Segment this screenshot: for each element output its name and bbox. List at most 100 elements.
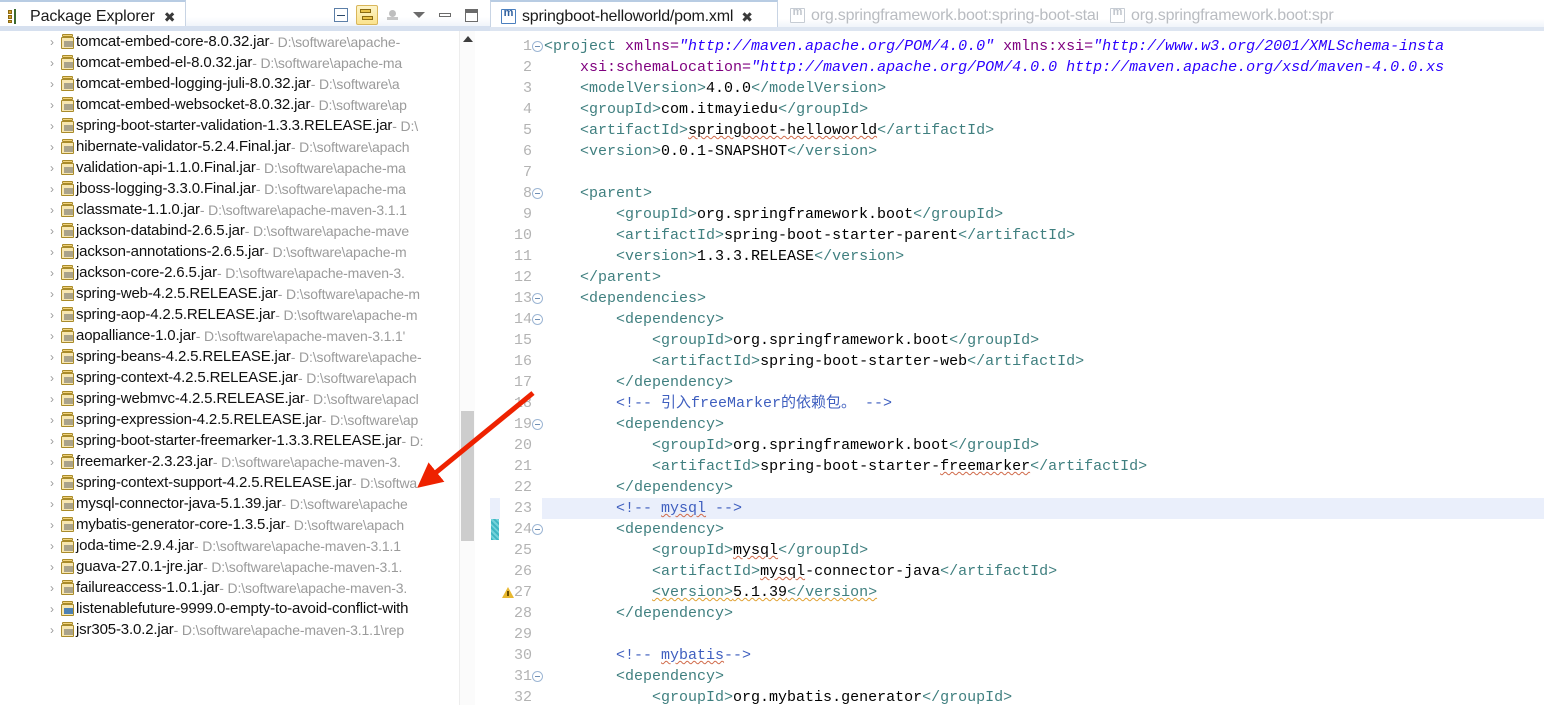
code-line[interactable]: <project xmlns="http://maven.apache.org/… (544, 36, 1444, 57)
expand-arrow-icon[interactable]: › (44, 204, 60, 216)
code-line[interactable]: <artifactId>spring-boot-starter-web</art… (544, 351, 1084, 372)
tab-package-explorer[interactable]: Package Explorer ✖ (0, 0, 187, 31)
tree-item[interactable]: › tomcat-embed-el-8.0.32.jar - D:\softwar… (0, 52, 475, 73)
expand-arrow-icon[interactable]: › (44, 477, 60, 489)
panel-splitter[interactable] (475, 31, 490, 705)
tree-item[interactable]: › spring-context-support-4.2.5.RELEASE.ja… (0, 472, 475, 493)
fold-collapse-icon[interactable] (532, 188, 543, 199)
expand-arrow-icon[interactable]: › (44, 414, 60, 426)
expand-arrow-icon[interactable]: › (44, 120, 60, 132)
tree-item[interactable]: › validation-api-1.1.0.Final.jar - D:\sof… (0, 157, 475, 178)
tree-item[interactable]: › spring-boot-starter-validation-1.3.3.RE… (0, 115, 475, 136)
package-explorer-scrollbar[interactable] (459, 31, 475, 705)
collapse-all-button[interactable] (330, 5, 352, 25)
link-with-editor-button[interactable] (356, 5, 378, 25)
close-icon[interactable]: ✖ (741, 10, 753, 24)
code-line[interactable]: <artifactId>springboot-helloworld</artif… (544, 120, 994, 141)
warning-icon[interactable] (502, 586, 516, 600)
expand-arrow-icon[interactable]: › (44, 330, 60, 342)
tree-item[interactable]: › hibernate-validator-5.2.4.Final.jar - D… (0, 136, 475, 157)
tree-item[interactable]: › spring-expression-4.2.5.RELEASE.jar - D… (0, 409, 475, 430)
code-line[interactable]: <version>0.0.1-SNAPSHOT</version> (544, 141, 877, 162)
tree-item[interactable]: › jsr305-3.0.2.jar - D:\software\apache-m… (0, 619, 475, 640)
code-line[interactable]: xsi:schemaLocation="http://maven.apache.… (544, 57, 1444, 78)
code-line[interactable]: </dependency> (544, 603, 733, 624)
expand-arrow-icon[interactable]: › (44, 393, 60, 405)
package-explorer-tree[interactable]: › tomcat-embed-core-8.0.32.jar - D:\softw… (0, 31, 475, 705)
code-line[interactable]: <!-- mysql --> (544, 498, 742, 519)
code-line[interactable]: <modelVersion>4.0.0</modelVersion> (544, 78, 886, 99)
tree-item[interactable]: › spring-boot-starter-freemarker-1.3.3.RE… (0, 430, 475, 451)
expand-arrow-icon[interactable]: › (44, 603, 60, 615)
expand-arrow-icon[interactable]: › (44, 246, 60, 258)
source-code[interactable]: <project xmlns="http://maven.apache.org/… (544, 31, 1544, 705)
tree-item[interactable]: › failureaccess-1.0.1.jar - D:\software\a… (0, 577, 475, 598)
code-line[interactable]: <version>5.1.39</version> (544, 582, 877, 603)
fold-collapse-icon[interactable] (532, 671, 543, 682)
expand-arrow-icon[interactable]: › (44, 435, 60, 447)
scroll-up-icon[interactable] (463, 36, 473, 42)
expand-arrow-icon[interactable]: › (44, 78, 60, 90)
expand-arrow-icon[interactable]: › (44, 57, 60, 69)
close-icon[interactable]: ✖ (164, 10, 176, 24)
fold-collapse-icon[interactable] (532, 524, 543, 535)
expand-arrow-icon[interactable]: › (44, 99, 60, 111)
expand-arrow-icon[interactable]: › (44, 288, 60, 300)
expand-arrow-icon[interactable]: › (44, 162, 60, 174)
expand-arrow-icon[interactable]: › (44, 582, 60, 594)
expand-arrow-icon[interactable]: › (44, 267, 60, 279)
expand-arrow-icon[interactable]: › (44, 540, 60, 552)
code-line[interactable]: <groupId>mysql</groupId> (544, 540, 868, 561)
code-line[interactable]: <artifactId>spring-boot-starter-parent</… (544, 225, 1075, 246)
expand-arrow-icon[interactable]: › (44, 36, 60, 48)
expand-arrow-icon[interactable]: › (44, 456, 60, 468)
view-menu-button[interactable] (408, 5, 430, 25)
fold-collapse-icon[interactable] (532, 41, 543, 52)
code-line[interactable]: <artifactId>mysql-connector-java</artifa… (544, 561, 1057, 582)
expand-arrow-icon[interactable]: › (44, 183, 60, 195)
code-line[interactable]: <groupId>org.springframework.boot</group… (544, 330, 1039, 351)
minimize-button[interactable] (434, 5, 456, 25)
maximize-button[interactable] (460, 5, 482, 25)
code-line[interactable]: </parent> (544, 267, 661, 288)
expand-arrow-icon[interactable]: › (44, 372, 60, 384)
tree-item[interactable]: › tomcat-embed-websocket-8.0.32.jar - D:\… (0, 94, 475, 115)
code-line[interactable]: <dependency> (544, 666, 724, 687)
tree-item[interactable]: › tomcat-embed-logging-juli-8.0.32.jar - … (0, 73, 475, 94)
tree-item[interactable]: › jboss-logging-3.3.0.Final.jar - D:\soft… (0, 178, 475, 199)
tree-item[interactable]: › mybatis-generator-core-1.3.5.jar - D:\s… (0, 514, 475, 535)
fold-collapse-icon[interactable] (532, 419, 543, 430)
focus-on-button[interactable] (382, 5, 404, 25)
editor-tab[interactable]: springboot-helloworld/pom.xml ✖ (490, 0, 778, 31)
scrollbar-thumb[interactable] (461, 411, 474, 541)
expand-arrow-icon[interactable]: › (44, 519, 60, 531)
tree-item[interactable]: › spring-webmvc-4.2.5.RELEASE.jar - D:\so… (0, 388, 475, 409)
code-line[interactable]: <!-- mybatis--> (544, 645, 751, 666)
editor-tab[interactable]: org.springframework.boot:spr (1100, 0, 1544, 31)
tree-item[interactable]: › spring-aop-4.2.5.RELEASE.jar - D:\softw… (0, 304, 475, 325)
tree-item[interactable]: › joda-time-2.9.4.jar - D:\software\apach… (0, 535, 475, 556)
expand-arrow-icon[interactable]: › (44, 309, 60, 321)
tree-item[interactable]: › classmate-1.1.0.jar - D:\software\apach… (0, 199, 475, 220)
code-line[interactable]: </dependency> (544, 477, 733, 498)
code-line[interactable]: <groupId>org.springframework.boot</group… (544, 204, 1003, 225)
code-line[interactable]: <groupId>com.itmayiedu</groupId> (544, 99, 868, 120)
xml-editor[interactable]: 1 2 3 4 5 6 7 8 9 10 11 12 13 14 15 16 17 18 19 20 21 22 23 24 2… (490, 31, 1544, 705)
tree-item[interactable]: › jackson-databind-2.6.5.jar - D:\softwar… (0, 220, 475, 241)
tree-item[interactable]: › jackson-annotations-2.6.5.jar - D:\soft… (0, 241, 475, 262)
tree-item[interactable]: › spring-beans-4.2.5.RELEASE.jar - D:\sof… (0, 346, 475, 367)
fold-collapse-icon[interactable] (532, 314, 543, 325)
tree-item[interactable]: › tomcat-embed-core-8.0.32.jar - D:\softw… (0, 31, 475, 52)
tree-item[interactable]: › mysql-connector-java-5.1.39.jar - D:\so… (0, 493, 475, 514)
tree-item[interactable]: › guava-27.0.1-jre.jar - D:\software\apac… (0, 556, 475, 577)
code-line[interactable]: <groupId>org.mybatis.generator</groupId> (544, 687, 1012, 705)
code-line[interactable]: </dependency> (544, 372, 733, 393)
expand-arrow-icon[interactable]: › (44, 225, 60, 237)
tree-item[interactable]: › spring-web-4.2.5.RELEASE.jar - D:\softw… (0, 283, 475, 304)
code-line[interactable]: <version>1.3.3.RELEASE</version> (544, 246, 904, 267)
expand-arrow-icon[interactable]: › (44, 498, 60, 510)
expand-arrow-icon[interactable]: › (44, 624, 60, 636)
code-line[interactable]: <groupId>org.springframework.boot</group… (544, 435, 1039, 456)
editor-tab[interactable]: org.springframework.boot:spring-boot-sta… (780, 0, 1098, 31)
tree-item[interactable]: › spring-context-4.2.5.RELEASE.jar - D:\s… (0, 367, 475, 388)
